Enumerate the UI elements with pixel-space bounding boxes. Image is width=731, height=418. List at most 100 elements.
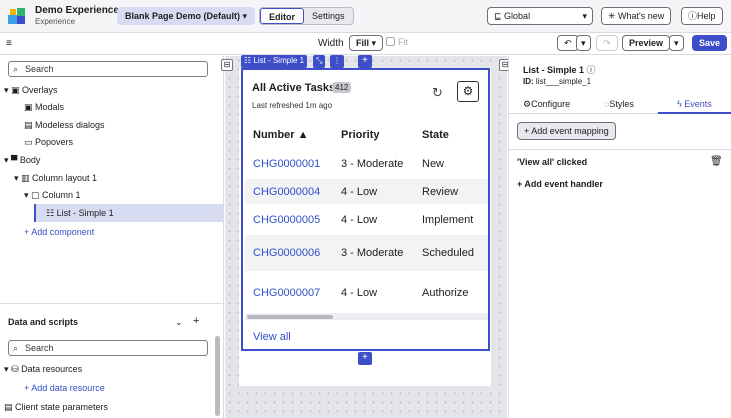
row-state: Review xyxy=(422,186,459,198)
list-component[interactable]: All Active Tasks 412 Last refreshed 1m a… xyxy=(241,68,490,351)
data-search-placeholder: Search xyxy=(25,343,54,353)
id-label: ID: xyxy=(523,77,534,86)
horizontal-scrollbar[interactable] xyxy=(247,315,333,319)
id-value: list___simple_1 xyxy=(535,77,592,86)
tree-item-modeless[interactable]: ▤ Modeless dialogs xyxy=(24,120,105,131)
search-icon: ⌕ xyxy=(13,343,19,353)
data-resources-label: Data resources xyxy=(21,364,83,374)
tab-events[interactable]: ϟ Events xyxy=(677,99,712,109)
mode-tabs: Editor Settings xyxy=(259,7,354,25)
trash-icon[interactable]: 🗑 xyxy=(710,156,723,167)
undo-menu-button[interactable]: ▾ xyxy=(576,35,591,51)
help-icon: ⓘ xyxy=(688,11,698,21)
tab-configure[interactable]: ⚙Configure xyxy=(523,99,570,110)
page-selector[interactable]: Blank Page Demo (Default) ▾ xyxy=(117,7,256,25)
row-number-link[interactable]: CHG0000006 xyxy=(253,247,320,259)
info-icon[interactable]: ⓘ xyxy=(587,65,596,75)
tree-item-body[interactable]: ▾ ▀ Body xyxy=(4,155,40,166)
row-state: New xyxy=(422,158,445,170)
whats-new-button[interactable]: ✳ What's new xyxy=(601,7,672,25)
page-selector-label: Blank Page Demo (Default) xyxy=(125,11,241,21)
add-component-link[interactable]: + Add component xyxy=(24,227,94,237)
tab-editor[interactable]: Editor xyxy=(260,8,304,24)
add-icon[interactable]: + xyxy=(193,315,199,327)
panel-title: List - Simple 1 ⓘ xyxy=(523,63,596,76)
redo-button[interactable]: ↷ xyxy=(596,35,618,51)
width-value: Fill xyxy=(356,38,369,48)
preview-menu-button[interactable]: ▾ xyxy=(669,35,684,51)
row-priority: 3 - Moderate xyxy=(341,158,404,170)
scope-selector[interactable]: ⊑ Global ▾ xyxy=(487,7,593,25)
row-state: Authorize xyxy=(422,287,469,299)
row-priority: 4 - Low xyxy=(341,214,378,226)
tree-item-modals[interactable]: ▣ Modals xyxy=(24,102,64,113)
left-panel: ⌕ Search ▾ ▣ Overlays ▣ Modals ▤ Modeless… xyxy=(0,56,224,418)
tree-item-label: Column layout 1 xyxy=(32,173,98,183)
top-bar: Demo Experience Experience Blank Page De… xyxy=(0,0,731,33)
chevron-down-icon: ▾ xyxy=(582,11,587,21)
tab-settings[interactable]: Settings xyxy=(304,8,353,24)
panel-title-text: List - Simple 1 xyxy=(523,65,585,75)
row-number-link[interactable]: CHG0000007 xyxy=(253,287,320,299)
row-number-link[interactable]: CHG0000001 xyxy=(253,158,320,170)
fit-checkbox[interactable] xyxy=(386,37,395,46)
add-above-button[interactable]: + xyxy=(358,55,372,68)
app-subtitle: Experience xyxy=(35,17,76,26)
scrollbar[interactable] xyxy=(215,336,220,416)
app-title: Demo Experience xyxy=(35,5,119,16)
selected-component-tag[interactable]: ☷ List - Simple 1 xyxy=(241,55,308,68)
list-title: All Active Tasks xyxy=(252,82,336,94)
row-number-link[interactable]: CHG0000004 xyxy=(253,186,320,198)
tree-item-column-layout[interactable]: ▾ ▥ Column layout 1 xyxy=(14,173,97,184)
app-logo-icon xyxy=(8,8,25,24)
tree-item-column[interactable]: ▾ ▢ Column 1 xyxy=(24,190,81,201)
fit-label: Fit xyxy=(398,37,408,47)
tree-item-label: Column 1 xyxy=(42,190,81,200)
add-event-mapping-button[interactable]: + Add event mapping xyxy=(517,122,616,140)
data-search-input[interactable]: ⌕ Search xyxy=(8,340,208,356)
search-icon: ⌕ xyxy=(13,64,19,74)
tree-item-label: Modals xyxy=(35,102,65,112)
chevron-down-icon: ▾ xyxy=(581,38,586,48)
collapse-icon[interactable]: ⌄ xyxy=(175,317,183,328)
scope-icon: ⊑ xyxy=(494,11,505,21)
refresh-icon[interactable]: ↻ xyxy=(432,85,443,101)
data-resources-item[interactable]: ▾ ⛁ Data resources xyxy=(4,364,82,375)
panel-id: ID: list___simple_1 xyxy=(523,77,591,86)
tree-search-placeholder: Search xyxy=(25,64,54,74)
tag-more-icon[interactable]: ⋮ xyxy=(330,55,344,68)
tree-search-input[interactable]: ⌕ Search xyxy=(8,61,208,77)
save-button[interactable]: Save xyxy=(692,35,728,51)
help-button[interactable]: ⓘHelp xyxy=(681,7,723,25)
undo-icon: ↶ xyxy=(564,38,572,48)
tree-item-label: Overlays xyxy=(22,85,58,95)
preview-button[interactable]: Preview xyxy=(622,35,671,51)
add-data-resource-link[interactable]: + Add data resource xyxy=(24,383,105,393)
add-below-button[interactable]: + xyxy=(358,352,372,365)
tree-item-overlays[interactable]: ▾ ▣ Overlays xyxy=(4,85,58,96)
tree-item-list-simple[interactable]: ☷ List - Simple 1 xyxy=(34,204,223,222)
refreshed-label: Last refreshed 1m ago xyxy=(252,101,333,110)
selected-tag-label: List - Simple 1 xyxy=(253,56,305,65)
width-select[interactable]: Fill ▾ xyxy=(349,35,384,51)
tab-styles[interactable]: ◌Styles xyxy=(604,99,634,109)
column-header-priority[interactable]: Priority xyxy=(341,129,380,141)
menu-icon[interactable]: ≡ xyxy=(6,38,12,49)
column-header-number[interactable]: Number ▲ xyxy=(253,129,309,141)
divider xyxy=(509,149,731,150)
tag-move-icon[interactable]: ⤡ xyxy=(313,55,326,68)
client-state-item[interactable]: ▤ Client state parameters xyxy=(4,402,108,413)
tab-styles-label: Styles xyxy=(609,99,634,109)
settings-icon[interactable]: ⚙ xyxy=(457,81,479,102)
add-event-handler-link[interactable]: + Add event handler xyxy=(517,179,603,189)
tree-item-popovers[interactable]: ▭ Popovers xyxy=(24,137,73,148)
divider xyxy=(0,303,224,304)
count-badge: 412 xyxy=(332,82,352,93)
column-header-state[interactable]: State xyxy=(422,129,449,141)
view-all-link[interactable]: View all xyxy=(253,331,291,343)
event-name: 'View all' clicked xyxy=(517,157,588,167)
chevron-down-icon: ▾ xyxy=(242,11,248,21)
collapse-left-icon[interactable]: ⊟ xyxy=(221,59,233,71)
row-number-link[interactable]: CHG0000005 xyxy=(253,214,320,226)
tab-events-label: Events xyxy=(684,99,712,109)
